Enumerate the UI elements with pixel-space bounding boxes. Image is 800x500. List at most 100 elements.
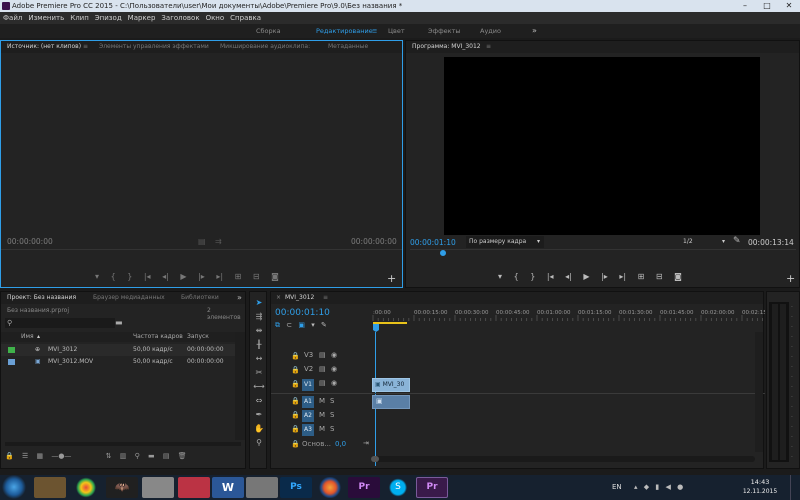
list-view-icon[interactable]: ☰ — [22, 452, 28, 460]
menu-sequence[interactable]: Эпизод — [92, 12, 125, 24]
workspace-effects[interactable]: Эффекты — [428, 24, 461, 38]
maximize-icon[interactable]: □ — [756, 0, 778, 12]
solo-button[interactable]: S — [330, 425, 334, 433]
workspace-audio[interactable]: Аудио — [480, 24, 501, 38]
volume-icon[interactable]: ◀ — [665, 483, 670, 491]
close-icon[interactable]: × — [276, 292, 281, 304]
source-settings-icon[interactable]: ▤ — [198, 237, 206, 246]
program-marker-icon[interactable]: ▾ — [498, 272, 502, 281]
lock-icon[interactable]: 🔒 — [291, 425, 300, 433]
globe-icon[interactable] — [178, 477, 210, 498]
resolution-select[interactable]: 1/2 ▾ — [679, 236, 727, 248]
tray-app-icon[interactable]: ● — [677, 483, 683, 491]
tray-app-icon[interactable]: ◆ — [644, 483, 649, 491]
find-icon[interactable]: ⚲ — [135, 452, 140, 460]
rate-stretch-tool-icon[interactable]: ↔ — [252, 354, 266, 363]
track-label-v1[interactable]: V1 — [302, 379, 314, 391]
program-goto-out-icon[interactable]: ▸| — [619, 272, 626, 281]
trash-icon[interactable]: 🗑 — [178, 452, 187, 460]
column-framerate[interactable]: Частота кадров — [133, 332, 183, 342]
source-goto-in-icon[interactable]: |◂ — [144, 272, 151, 281]
menu-help[interactable]: Справка — [227, 12, 264, 24]
photoshop-icon[interactable]: Ps — [280, 477, 312, 498]
sync-lock-icon[interactable]: ▤ — [319, 365, 326, 373]
menu-marker[interactable]: Маркер — [125, 12, 159, 24]
hand-tool-icon[interactable]: ✋ — [252, 424, 266, 433]
icon-view-icon[interactable]: ▦ — [36, 452, 43, 460]
new-item-icon[interactable]: ▤ — [163, 452, 170, 460]
ripple-edit-tool-icon[interactable]: ⇹ — [252, 326, 266, 335]
lock-icon[interactable]: 🔒 — [291, 380, 300, 388]
app-icon[interactable] — [246, 477, 278, 498]
start-button[interactable] — [0, 475, 28, 500]
source-marker-icon[interactable]: ▾ — [95, 272, 99, 281]
linked-selection-icon[interactable]: ▣ — [298, 321, 305, 329]
source-time-ruler[interactable] — [1, 249, 402, 255]
timeline-settings-icon[interactable]: ✎ — [321, 321, 327, 329]
slip-tool-icon[interactable]: ⟷ — [252, 382, 266, 391]
solo-button[interactable]: S — [330, 411, 334, 419]
premiere-active-icon[interactable]: Pr — [416, 477, 448, 498]
minimize-icon[interactable]: – — [734, 0, 756, 12]
master-volume-value[interactable]: 0,0 — [335, 440, 346, 448]
audio-clip[interactable]: ▣ — [372, 395, 410, 409]
scroll-handle[interactable] — [371, 456, 379, 462]
explorer-icon[interactable] — [34, 477, 66, 498]
program-timecode-current[interactable]: 00:00:01:10 — [410, 238, 456, 247]
workspace-more-icon[interactable]: » — [532, 24, 537, 38]
tab-source[interactable]: Источник: (нет клипов) — [7, 41, 81, 53]
zoom-tool-icon[interactable]: ⚲ — [252, 438, 266, 447]
program-time-ruler[interactable] — [410, 249, 796, 259]
menu-clip[interactable]: Клип — [67, 12, 92, 24]
workspace-editing[interactable]: Редактирование — [316, 24, 373, 38]
tab-sequence[interactable]: MVI_3012 — [285, 292, 314, 304]
app-icon[interactable] — [142, 477, 174, 498]
word-icon[interactable]: W — [212, 477, 244, 498]
clock-time[interactable]: 14:43 — [740, 478, 780, 486]
wrench-icon[interactable]: ✎ — [733, 236, 741, 246]
batman-icon[interactable]: 🦇 — [106, 477, 138, 498]
timeline-hscrollbar[interactable] — [371, 456, 755, 462]
workspace-menu-icon[interactable]: ≡ — [372, 24, 377, 38]
source-play-icon[interactable]: ▶ — [180, 272, 186, 281]
sort-icon[interactable]: ⇅ — [106, 452, 112, 460]
program-add-button-icon[interactable]: + — [786, 272, 795, 285]
tab-libraries[interactable]: Библиотеки — [181, 292, 219, 304]
program-play-icon[interactable]: ▶ — [583, 272, 589, 281]
tray-arrow-icon[interactable]: ▴ — [634, 483, 638, 491]
source-goto-out-icon[interactable]: ▸| — [216, 272, 223, 281]
program-extract-icon[interactable]: ⊟ — [656, 272, 663, 281]
time-ruler[interactable]: :00:00 00:00:15:00 00:00:30:00 00:00:45:00 0… — [371, 306, 765, 332]
rolling-edit-tool-icon[interactable]: ╫ — [252, 340, 266, 349]
source-in-icon[interactable]: { — [111, 272, 116, 281]
mute-button[interactable]: M — [319, 425, 325, 433]
mute-button[interactable]: M — [319, 411, 325, 419]
folder-icon[interactable]: ▬ — [148, 452, 155, 460]
table-row[interactable]: ▣ MVI_3012.MOV 50,00 кадр/с 00:00:00:00 — [1, 356, 235, 368]
source-out-icon[interactable]: } — [127, 272, 132, 281]
column-name[interactable]: Имя — [21, 332, 34, 342]
program-step-back-icon[interactable]: ◂| — [565, 272, 572, 281]
sync-lock-icon[interactable]: ▤ — [319, 379, 326, 387]
clock-date[interactable]: 12.11.2015 — [740, 488, 780, 495]
mute-button[interactable]: M — [319, 397, 325, 405]
tab-audio-clip-mixer[interactable]: Микширование аудиоклипа: — [220, 41, 310, 53]
go-to-end-icon[interactable]: ⇥ — [363, 439, 369, 447]
lock-icon[interactable]: 🔒 — [291, 411, 300, 419]
snap-icon[interactable]: ⊂ — [286, 321, 292, 329]
automate-icon[interactable]: ▥ — [120, 452, 127, 460]
menu-title[interactable]: Заголовок — [158, 12, 202, 24]
project-hscrollbar[interactable] — [5, 442, 241, 446]
lock-icon[interactable]: 🔒 — [291, 352, 300, 360]
source-export-icon[interactable]: ⇉ — [215, 237, 222, 246]
timeline-vscrollbar[interactable] — [755, 332, 763, 452]
workspace-color[interactable]: Цвет — [388, 24, 405, 38]
source-insert-icon[interactable]: ⊞ — [235, 272, 242, 281]
eye-icon[interactable]: ◉ — [331, 379, 337, 387]
program-lift-icon[interactable]: ⊞ — [638, 272, 645, 281]
lock-icon[interactable]: 🔒 — [291, 440, 300, 448]
source-step-back-icon[interactable]: ◂| — [162, 272, 169, 281]
video-clip[interactable]: ▣ MVI_30 — [372, 378, 410, 392]
source-camera-icon[interactable]: ◙ — [271, 272, 279, 281]
sort-up-icon[interactable]: ▴ — [37, 332, 40, 342]
